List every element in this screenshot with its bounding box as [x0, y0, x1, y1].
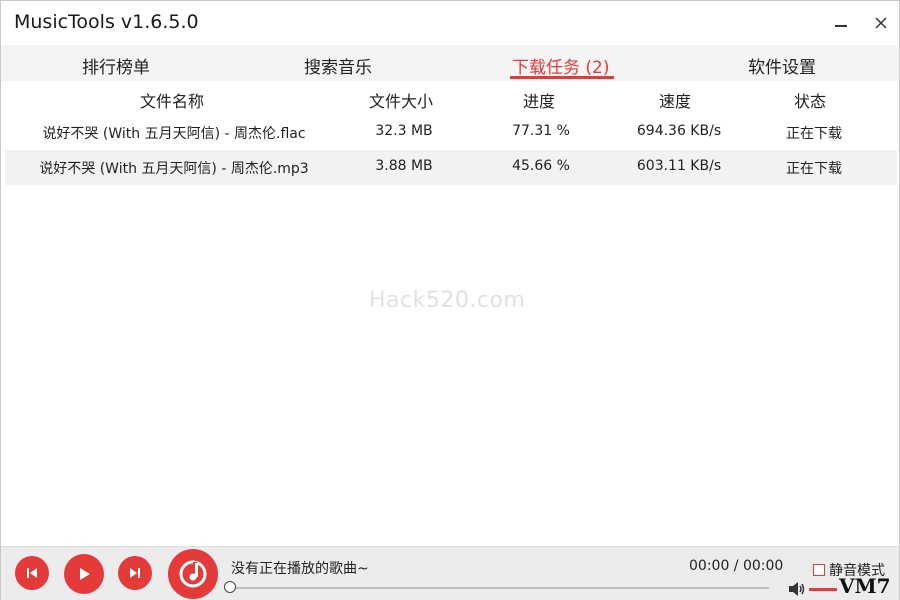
album-art [168, 549, 218, 599]
column-header-speed[interactable]: 速度 [605, 88, 745, 112]
tab-charts[interactable]: 排行榜单 [82, 53, 150, 78]
column-header-progress[interactable]: 进度 [467, 88, 611, 112]
tab-settings[interactable]: 软件设置 [748, 53, 816, 78]
seek-track[interactable] [227, 587, 769, 589]
active-tab-indicator [510, 76, 614, 79]
cell-status: 正在下载 [786, 126, 842, 142]
vm7-logo: VM7 [839, 574, 891, 598]
column-header-filename[interactable]: 文件名称 [59, 88, 285, 112]
close-button[interactable] [867, 11, 895, 35]
cell-progress: 77.31 % [512, 123, 570, 139]
skip-previous-icon [27, 568, 37, 578]
tab-download-tasks[interactable]: 下载任务 (2) [512, 53, 609, 78]
watermark: Hack520.com [369, 288, 526, 313]
next-track-button[interactable] [118, 556, 152, 590]
tab-search-music[interactable]: 搜索音乐 [304, 53, 372, 78]
column-header-filesize[interactable]: 文件大小 [341, 88, 461, 112]
music-note-icon [179, 560, 207, 588]
cell-filename: 说好不哭 (With 五月天阿信) - 周杰伦.mp3 [39, 161, 309, 177]
play-button[interactable] [64, 554, 104, 594]
cell-status: 正在下载 [786, 161, 842, 177]
previous-track-button[interactable] [15, 556, 49, 590]
table-row[interactable]: 说好不哭 (With 五月天阿信) - 周杰伦.flac 32.3 MB 77.… [5, 115, 897, 150]
mute-checkbox[interactable] [813, 564, 825, 576]
tab-bar: 排行榜单 搜索音乐 下载任务 (2) 软件设置 [1, 45, 899, 81]
minimize-icon [835, 25, 847, 27]
cell-speed: 694.36 KB/s [636, 123, 722, 139]
cell-filename: 说好不哭 (With 五月天阿信) - 周杰伦.flac [42, 126, 306, 142]
close-icon [875, 17, 887, 29]
cell-progress: 45.66 % [512, 158, 570, 174]
cell-filesize: 32.3 MB [375, 123, 433, 139]
table-header: 文件名称 文件大小 进度 速度 状态 [1, 81, 899, 115]
app-window: MusicTools v1.6.5.0 排行榜单 搜索音乐 下载任务 (2) 软… [0, 0, 900, 600]
skip-next-icon [130, 568, 140, 578]
window-title: MusicTools v1.6.5.0 [14, 11, 199, 33]
column-header-status[interactable]: 状态 [745, 88, 875, 112]
playback-time: 00:00 / 00:00 [689, 558, 784, 574]
cell-speed: 603.11 KB/s [636, 158, 722, 174]
volume-slider[interactable] [809, 588, 837, 591]
player-bar: 没有正在播放的歌曲~ 00:00 / 00:00 静音模式 VM7 [1, 546, 899, 600]
now-playing-text: 没有正在播放的歌曲~ [231, 561, 369, 577]
table-row[interactable]: 说好不哭 (With 五月天阿信) - 周杰伦.mp3 3.88 MB 45.6… [5, 150, 897, 185]
minimize-button[interactable] [827, 11, 855, 35]
volume-icon[interactable] [788, 581, 806, 597]
cell-filesize: 3.88 MB [375, 158, 433, 174]
title-bar: MusicTools v1.6.5.0 [1, 1, 899, 45]
play-icon [80, 568, 90, 580]
seek-handle[interactable] [224, 581, 236, 593]
